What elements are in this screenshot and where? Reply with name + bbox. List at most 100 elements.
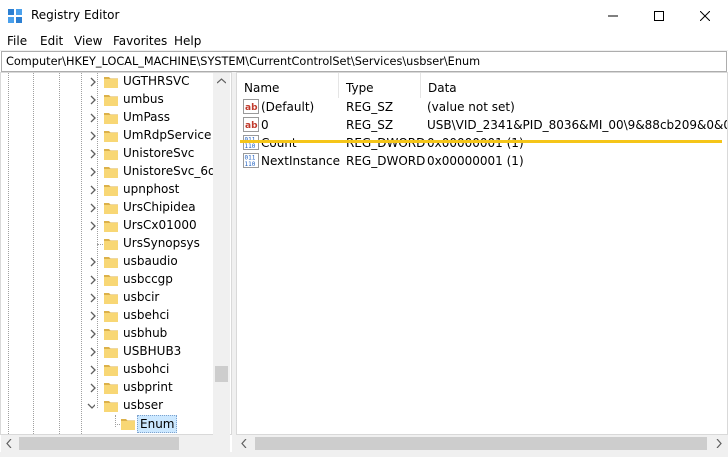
column-header-data[interactable]: Data bbox=[421, 73, 727, 98]
menu-file[interactable]: File bbox=[7, 34, 27, 48]
scroll-right-arrow-icon[interactable] bbox=[716, 439, 722, 448]
folder-icon bbox=[120, 417, 136, 431]
folder-icon bbox=[103, 129, 119, 143]
tree-item-label: USBHUB3 bbox=[123, 344, 182, 358]
chevron-right-icon[interactable] bbox=[89, 131, 97, 141]
tree-item[interactable]: UrsSynopsys bbox=[1, 235, 215, 253]
column-header-type[interactable]: Type bbox=[339, 73, 421, 98]
tree-item[interactable]: upnphost bbox=[1, 181, 215, 199]
value-data: USB\VID_2341&PID_8036&MI_00\9&88cb209&0&… bbox=[427, 118, 728, 132]
status-bar bbox=[0, 452, 728, 457]
svg-text:110: 110 bbox=[245, 161, 256, 168]
key-tree[interactable]: UGTHRSVC umbus UmPass UmRdpService UnistoreS… bbox=[0, 72, 232, 435]
tree-item[interactable]: umbus bbox=[1, 91, 215, 109]
chevron-right-icon[interactable] bbox=[89, 329, 97, 339]
chevron-right-icon[interactable] bbox=[89, 167, 97, 177]
values-horizontal-scrollbar[interactable] bbox=[236, 435, 728, 452]
menu-view[interactable]: View bbox=[74, 34, 102, 48]
menu-edit[interactable]: Edit bbox=[40, 34, 63, 48]
tree-item[interactable]: usbprint bbox=[1, 379, 215, 397]
chevron-right-icon[interactable] bbox=[89, 221, 97, 231]
tree-item[interactable]: usbohci bbox=[1, 361, 215, 379]
tree-item[interactable]: UrsChipidea bbox=[1, 199, 215, 217]
folder-icon bbox=[103, 291, 119, 305]
folder-icon bbox=[103, 111, 119, 125]
tree-item[interactable]: UrsCx01000 bbox=[1, 217, 215, 235]
chevron-right-icon[interactable] bbox=[89, 95, 97, 105]
values-hscroll-thumb[interactable] bbox=[255, 437, 707, 450]
tree-item-label: Enum bbox=[137, 415, 178, 433]
chevron-right-icon[interactable] bbox=[89, 347, 97, 357]
value-row[interactable]: 011110CountREG_DWORD0x00000001 (1) bbox=[237, 134, 727, 152]
scroll-up-arrow-icon[interactable] bbox=[217, 78, 226, 84]
tree-item[interactable]: usbcir bbox=[1, 289, 215, 307]
tree-item-label: usbser bbox=[123, 398, 164, 412]
tree-horizontal-scrollbar[interactable] bbox=[1, 435, 230, 452]
chevron-right-icon[interactable] bbox=[89, 113, 97, 123]
highlight-underline bbox=[240, 140, 722, 143]
chevron-right-icon[interactable] bbox=[89, 293, 97, 303]
tree-vertical-scrollbar[interactable] bbox=[213, 73, 230, 435]
values-list[interactable]: Name Type Data ab (Default) REG_SZ (value n… bbox=[236, 72, 728, 435]
maximize-icon bbox=[654, 10, 664, 21]
folder-icon bbox=[103, 219, 119, 233]
chevron-right-icon[interactable] bbox=[89, 149, 97, 159]
folder-icon bbox=[103, 363, 119, 377]
tree-item[interactable]: Enum bbox=[1, 415, 215, 433]
tree-item[interactable]: usbaudio bbox=[1, 253, 215, 271]
folder-icon bbox=[103, 201, 119, 215]
menu-help[interactable]: Help bbox=[174, 34, 201, 48]
tree-item[interactable]: USBHUB3 bbox=[1, 343, 215, 361]
tree-scroll-thumb[interactable] bbox=[215, 366, 228, 382]
chevron-right-icon[interactable] bbox=[89, 365, 97, 375]
chevron-down-icon[interactable] bbox=[87, 403, 95, 413]
tree-item[interactable]: usbehci bbox=[1, 307, 215, 325]
value-data: (value not set) bbox=[427, 100, 515, 114]
folder-icon bbox=[103, 75, 119, 89]
svg-text:110: 110 bbox=[245, 143, 256, 150]
tree-item-label: upnphost bbox=[123, 182, 180, 196]
menu-bar: File Edit View Favorites Help bbox=[0, 31, 728, 51]
maximize-button[interactable] bbox=[636, 0, 682, 31]
tree-item[interactable]: UnistoreSvc bbox=[1, 145, 215, 163]
value-name: Count bbox=[261, 136, 297, 150]
value-name: (Default) bbox=[261, 100, 315, 114]
value-data: 0x00000001 (1) bbox=[427, 136, 524, 150]
column-header-name[interactable]: Name bbox=[237, 73, 339, 98]
chevron-right-icon[interactable] bbox=[89, 203, 97, 213]
scroll-left-arrow-icon[interactable] bbox=[6, 439, 12, 448]
value-row[interactable]: ab 0 REG_SZ USB\VID_2341&PID_8036&MI_00\9&8… bbox=[237, 116, 727, 134]
string-value-icon: ab bbox=[243, 99, 259, 114]
tree-item[interactable]: UmPass bbox=[1, 109, 215, 127]
address-bar[interactable]: Computer\HKEY_LOCAL_MACHINE\SYSTEM\Curre… bbox=[1, 51, 727, 72]
tree-item-label: UnistoreSvc bbox=[123, 146, 195, 160]
close-button[interactable] bbox=[682, 0, 728, 31]
chevron-right-icon[interactable] bbox=[89, 275, 97, 285]
minimize-button[interactable] bbox=[590, 0, 636, 31]
tree-item[interactable]: UmRdpService bbox=[1, 127, 215, 145]
value-name: 0 bbox=[261, 118, 269, 132]
value-row[interactable]: 011 110 NextInstance REG_DWORD 0x00000001 (1… bbox=[237, 152, 727, 170]
folder-icon bbox=[103, 345, 119, 359]
tree-item[interactable]: usbhub bbox=[1, 325, 215, 343]
chevron-right-icon[interactable] bbox=[89, 77, 97, 87]
value-data: 0x00000001 (1) bbox=[427, 154, 524, 168]
chevron-right-icon[interactable] bbox=[89, 257, 97, 267]
tree-item[interactable]: UnistoreSvc_6d7c bbox=[1, 163, 230, 181]
chevron-right-icon[interactable] bbox=[89, 311, 97, 321]
scroll-left-arrow-icon[interactable] bbox=[241, 439, 247, 448]
value-type: REG_DWORD bbox=[346, 154, 426, 168]
tree-item[interactable]: usbser bbox=[1, 397, 215, 415]
tree-item[interactable]: usbccgp bbox=[1, 271, 215, 289]
tree-item[interactable]: UGTHRSVC bbox=[1, 73, 215, 91]
tree-item-label: usbccgp bbox=[123, 272, 173, 286]
value-row[interactable]: ab (Default) REG_SZ (value not set) bbox=[237, 98, 727, 116]
close-icon bbox=[700, 10, 710, 21]
value-name: NextInstance bbox=[261, 154, 340, 168]
menu-favorites[interactable]: Favorites bbox=[113, 34, 167, 48]
chevron-right-icon[interactable] bbox=[89, 185, 97, 195]
tree-hscroll-thumb[interactable] bbox=[19, 437, 179, 450]
chevron-right-icon[interactable] bbox=[89, 383, 97, 393]
window-title: Registry Editor bbox=[31, 8, 120, 22]
value-type: REG_DWORD bbox=[346, 136, 426, 150]
